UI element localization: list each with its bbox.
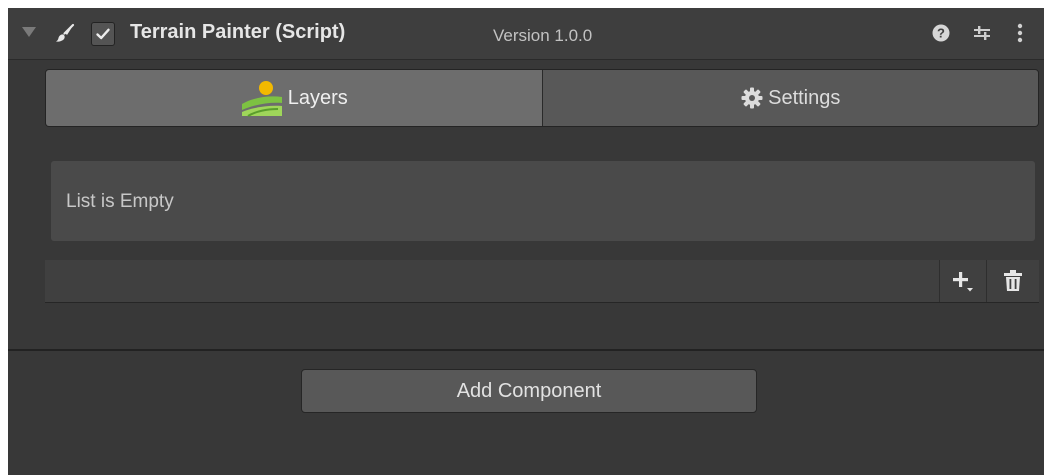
kebab-menu-icon[interactable] <box>1008 20 1032 46</box>
plus-dropdown-icon <box>953 272 973 292</box>
presets-icon[interactable] <box>970 20 994 46</box>
tab-settings-label: Settings <box>768 86 841 109</box>
tab-bar: Layers Settings <box>45 69 1039 127</box>
list-footer <box>45 260 1039 303</box>
foldout-arrow-icon[interactable] <box>22 27 36 37</box>
help-icon[interactable]: ? <box>929 20 953 46</box>
checkmark-icon <box>96 28 110 40</box>
empty-list-message: List is Empty <box>66 191 174 212</box>
svg-text:?: ? <box>937 26 945 41</box>
layers-list: List is Empty <box>51 161 1035 241</box>
add-layer-button[interactable] <box>939 260 986 302</box>
tab-settings[interactable]: Settings <box>542 70 1038 126</box>
inspector-panel: Terrain Painter (Script) Version 1.0.0 ? <box>8 8 1044 475</box>
trash-icon <box>1003 270 1022 291</box>
gear-icon <box>741 87 763 109</box>
brush-icon <box>56 23 75 42</box>
remove-layer-button[interactable] <box>986 260 1038 302</box>
tab-layers-label: Layers <box>287 86 348 109</box>
terrain-layers-icon <box>241 81 282 117</box>
component-divider <box>8 349 1044 351</box>
tab-layers[interactable]: Layers <box>46 70 543 126</box>
version-label: Version 1.0.0 <box>493 26 593 45</box>
add-component-label: Add Component <box>456 379 602 402</box>
component-header[interactable]: Terrain Painter (Script) Version 1.0.0 ? <box>8 8 1044 60</box>
component-title: Terrain Painter (Script) <box>130 21 346 43</box>
add-component-button[interactable]: Add Component <box>301 369 757 413</box>
enabled-checkbox[interactable] <box>91 22 115 46</box>
